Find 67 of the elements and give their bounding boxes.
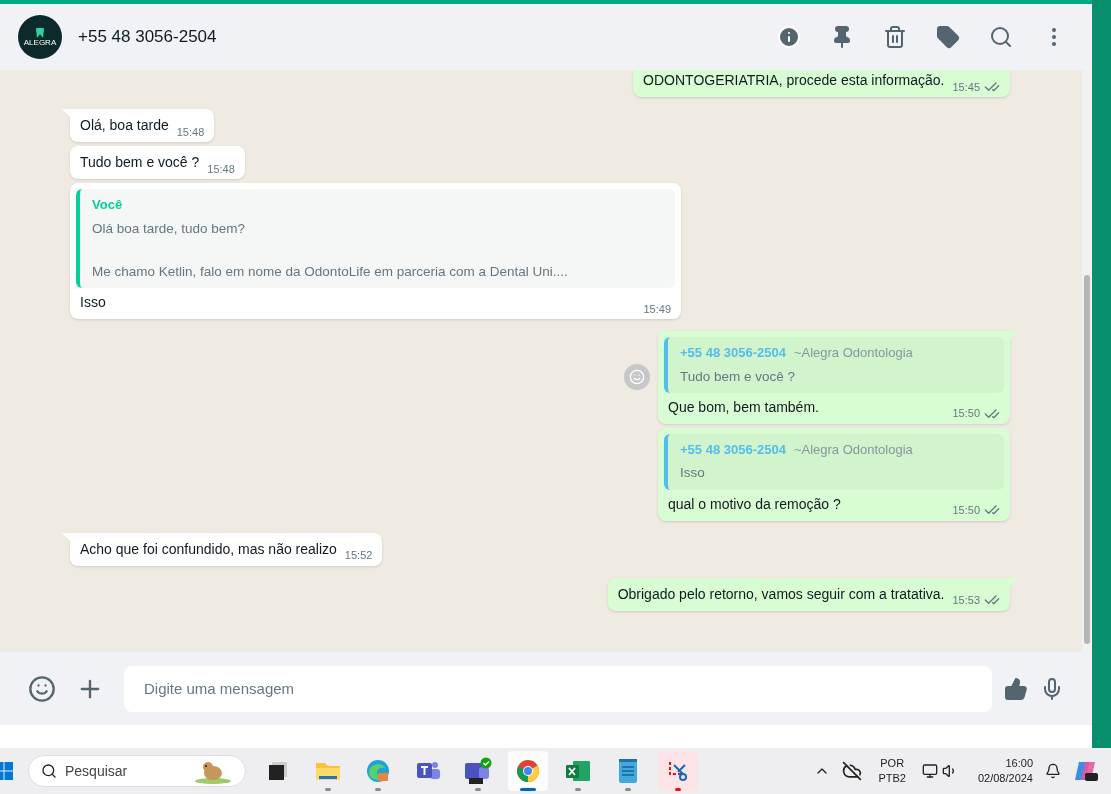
emoji-icon[interactable] [28,674,56,703]
clock-time: 16:00 [1005,756,1033,771]
message-text: Tudo bem e você ? [80,153,200,172]
quote-text: Tudo bem e você ? [680,367,797,386]
quoted-message[interactable]: Você Olá boa tarde, tudo bem? Me chamo Ketlin, falo em nome da OdontoLife em parceria com a Dental Uni.... [76,189,675,288]
quote-author: +55 48 3056-2504 [680,440,786,459]
message-input[interactable]: Digite uma mensagem [124,665,992,712]
running-indicator [575,788,581,791]
running-indicator [375,788,381,791]
bell-icon[interactable] [1045,763,1061,779]
tag-icon[interactable] [936,25,960,49]
running-indicator [625,788,631,791]
quote-text: Olá boa tarde, tudo bem? [92,219,247,238]
message-text: Que bom, bem também. [668,397,820,417]
quote-author: +55 48 3056-2504 [680,344,786,362]
clock[interactable]: 16:00 02/08/2024 [977,756,1033,786]
message-text: ODONTOGERIATRIA, procede esta informação. [643,71,945,90]
avatar-logo-text: ALEGRA [23,39,57,47]
language-code: POR [880,756,905,771]
quoted-message[interactable]: +55 48 3056-2504 ~Alegra Odontologia Isso [664,433,1004,490]
trash-icon[interactable] [883,25,907,49]
spreadsheet-icon [565,759,591,783]
search-placeholder: Pesquisar [65,761,129,781]
taskbar-search[interactable]: Pesquisar [28,755,246,787]
cloud-off-icon[interactable] [842,761,863,781]
running-indicator [475,788,481,791]
search-icon [41,763,57,779]
contact-avatar[interactable]: ALEGRA [18,15,62,59]
info-icon[interactable] [777,25,801,49]
message-time: 15:48 [176,124,205,140]
message-text: Obrigado pelo retorno, vamos seguir com a tratativa. [617,584,945,604]
language-indicator[interactable]: POR PTB2 [874,756,910,786]
message-time: 15:50 [952,406,980,422]
quote-author: Você [92,196,123,214]
clock-date: 02/08/2024 [977,771,1033,786]
running-indicator [520,788,536,791]
contact-name: +55 48 3056-2504 [78,26,218,49]
message-text: Isso [80,293,107,312]
quote-text: Isso [680,464,706,483]
task-view-icon [266,759,290,783]
quote-alias: ~Alegra Odontologia [793,344,913,362]
message-time: 15:45 [952,79,980,95]
running-indicator [325,788,331,791]
message-time: 15:49 [643,301,671,317]
message-time: 15:53 [952,593,980,608]
running-indicator [675,788,681,791]
quote-alias: ~Alegra Odontologia [793,440,913,459]
message-time: 15:52 [344,548,373,563]
copilot-icon[interactable] [1073,759,1099,783]
chrome-icon [515,758,541,784]
tooth-logo-icon [34,27,46,39]
message-text: qual o motivo da remoção ? [668,494,842,514]
search-icon[interactable] [989,25,1013,49]
windows-start-icon[interactable] [0,760,14,782]
teams-new-icon [463,757,493,785]
notepad-icon [617,758,639,784]
quote-text: Me chamo Ketlin, falo em nome da OdontoLife em parceria com a Dental Uni.... [92,262,569,281]
message-time: 15:50 [952,503,980,518]
keyboard-layout: PTB2 [878,771,906,786]
message-text: Acho que foi confundido, mas não realizo [80,539,337,559]
network-icon[interactable] [921,763,938,779]
browser-swirl-icon [365,758,391,784]
thumbs-up-icon[interactable] [1004,676,1028,701]
message-text: Olá, boa tarde [80,116,169,135]
scissors-icon [666,759,690,783]
quoted-message[interactable]: +55 48 3056-2504 ~Alegra Odontologia Tudo bem e você ? [664,337,1004,393]
message-time: 15:48 [207,161,235,177]
